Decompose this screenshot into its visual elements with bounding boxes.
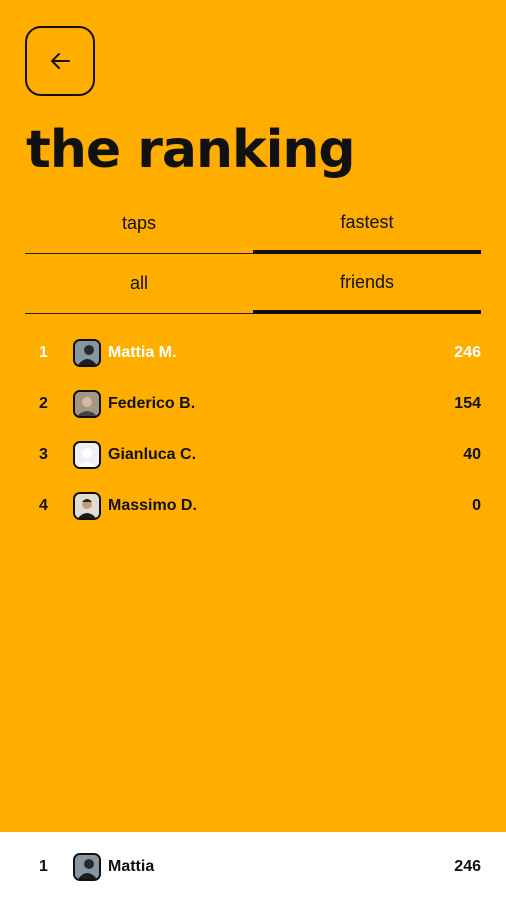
photo-avatar-icon — [73, 852, 101, 881]
ranking-row[interactable]: 4 Massimo D. 0 — [25, 480, 481, 531]
photo-avatar-icon — [73, 491, 101, 520]
ranking-row[interactable]: 1 Mattia M. 246 — [25, 327, 481, 378]
tab-friends[interactable]: friends — [253, 254, 481, 314]
player-name: Mattia — [108, 857, 155, 875]
rank-position: 1 — [39, 857, 48, 875]
scope-tabs: all friends — [25, 254, 481, 314]
back-button[interactable] — [25, 26, 95, 96]
my-ranking-row[interactable]: 1 Mattia 246 — [25, 841, 481, 892]
player-name: Gianluca C. — [108, 445, 197, 463]
photo-avatar-icon — [73, 338, 101, 367]
rank-position: 3 — [39, 445, 48, 463]
player-name: Mattia M. — [108, 343, 177, 361]
my-ranking-footer: 1 Mattia 246 — [0, 832, 506, 900]
rank-position: 2 — [39, 394, 48, 412]
player-name: Massimo D. — [108, 496, 197, 514]
player-score: 246 — [454, 857, 481, 875]
page-title: the ranking — [26, 120, 356, 180]
tab-all[interactable]: all — [25, 254, 253, 314]
player-score: 0 — [472, 496, 481, 514]
player-score: 154 — [454, 394, 481, 412]
rank-position: 4 — [39, 496, 48, 514]
arrow-left-icon — [51, 53, 70, 69]
rank-position: 1 — [39, 343, 48, 361]
tab-taps[interactable]: taps — [25, 194, 253, 254]
ranking-list: 1 Mattia M. 246 2 Federico B. 154 3 Gian… — [25, 327, 481, 531]
player-score: 40 — [463, 445, 481, 463]
ranking-row[interactable]: 3 Gianluca C. 40 — [25, 429, 481, 480]
tab-fastest[interactable]: fastest — [253, 194, 481, 254]
mode-tabs: taps fastest — [25, 194, 481, 254]
ranking-row[interactable]: 2 Federico B. 154 — [25, 378, 481, 429]
default-avatar-icon — [73, 440, 101, 469]
photo-avatar-icon — [73, 389, 101, 418]
player-score: 246 — [454, 343, 481, 361]
player-name: Federico B. — [108, 394, 196, 412]
